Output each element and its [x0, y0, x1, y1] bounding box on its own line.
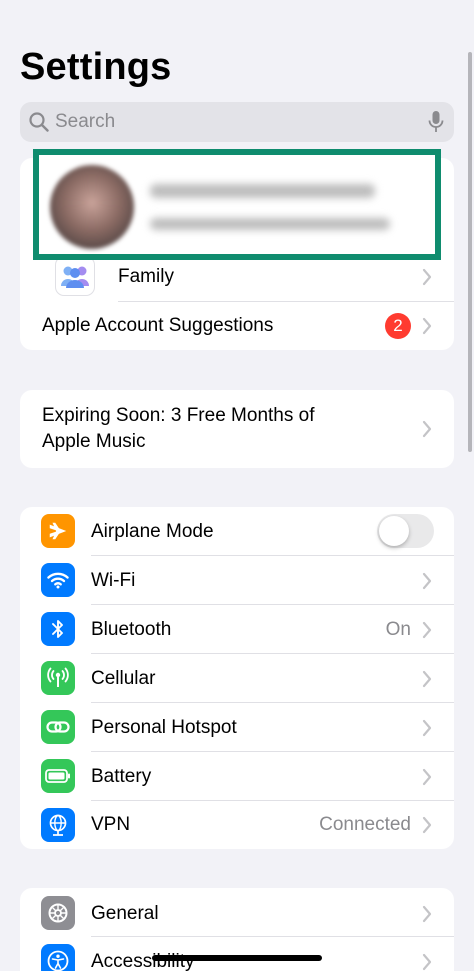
airplane-mode-label: Airplane Mode	[91, 521, 214, 542]
chevron-right-icon	[422, 317, 432, 340]
accessibility-label: Accessibility	[91, 951, 195, 971]
chevron-right-icon	[422, 268, 432, 291]
vpn-status: Connected	[319, 814, 411, 835]
airplane-icon	[41, 514, 75, 548]
suggestions-label: Apple Account Suggestions	[42, 315, 274, 336]
wifi-row[interactable]: Wi-Fi	[20, 556, 454, 605]
wifi-label: Wi-Fi	[91, 570, 136, 591]
personal-hotspot-row[interactable]: Personal Hotspot	[20, 703, 454, 752]
hotspot-icon	[41, 710, 75, 744]
battery-row[interactable]: Battery	[20, 752, 454, 801]
chevron-right-icon	[422, 670, 432, 693]
vpn-row[interactable]: VPN Connected	[20, 801, 454, 849]
notification-badge: 2	[385, 313, 411, 339]
search-bar[interactable]: Search	[20, 102, 454, 142]
vpn-icon	[41, 808, 75, 842]
promo-line-1: Expiring Soon: 3 Free Months of	[42, 405, 315, 426]
connectivity-group: Airplane Mode Wi-Fi Bluetooth On Cellula…	[20, 507, 454, 849]
scrollbar[interactable]	[468, 52, 472, 452]
chevron-right-icon	[422, 953, 432, 971]
personal-hotspot-label: Personal Hotspot	[91, 717, 237, 738]
avatar	[50, 165, 134, 249]
accessibility-icon	[41, 944, 75, 971]
redacted-subtitle	[150, 218, 390, 230]
airplane-mode-toggle[interactable]	[377, 514, 434, 548]
bluetooth-row[interactable]: Bluetooth On	[20, 605, 454, 654]
gear-icon	[41, 896, 75, 930]
chevron-right-icon	[422, 420, 432, 443]
family-icon	[55, 256, 95, 296]
promo-group[interactable]: Expiring Soon: 3 Free Months of Apple Mu…	[20, 390, 454, 468]
toggle-knob	[379, 516, 409, 546]
battery-icon	[41, 759, 75, 793]
chevron-right-icon	[422, 768, 432, 791]
chevron-right-icon	[422, 905, 432, 928]
chevron-right-icon	[422, 572, 432, 595]
family-label: Family	[118, 266, 174, 287]
apple-account-suggestions-row[interactable]: Apple Account Suggestions 2	[20, 302, 454, 350]
wifi-icon	[41, 563, 75, 597]
airplane-mode-row: Airplane Mode	[20, 507, 454, 556]
general-label: General	[91, 903, 159, 924]
page-title: Settings	[20, 46, 172, 88]
search-input[interactable]: Search	[55, 111, 115, 133]
chevron-right-icon	[422, 719, 432, 742]
cellular-row[interactable]: Cellular	[20, 654, 454, 703]
redacted-name	[150, 184, 375, 198]
general-row[interactable]: General	[20, 888, 454, 937]
bluetooth-label: Bluetooth	[91, 619, 172, 640]
accessibility-row[interactable]: Accessibility	[20, 937, 454, 971]
vpn-label: VPN	[91, 814, 131, 835]
microphone-icon[interactable]	[428, 110, 444, 139]
cellular-label: Cellular	[91, 668, 156, 689]
cellular-icon	[41, 661, 75, 695]
bluetooth-icon	[41, 612, 75, 646]
home-indicator[interactable]	[152, 955, 322, 961]
bluetooth-status: On	[385, 619, 411, 640]
chevron-right-icon	[422, 621, 432, 644]
battery-label: Battery	[91, 766, 152, 787]
search-icon	[28, 111, 50, 138]
chevron-right-icon	[422, 816, 432, 839]
promo-line-2: Apple Music	[42, 431, 146, 452]
